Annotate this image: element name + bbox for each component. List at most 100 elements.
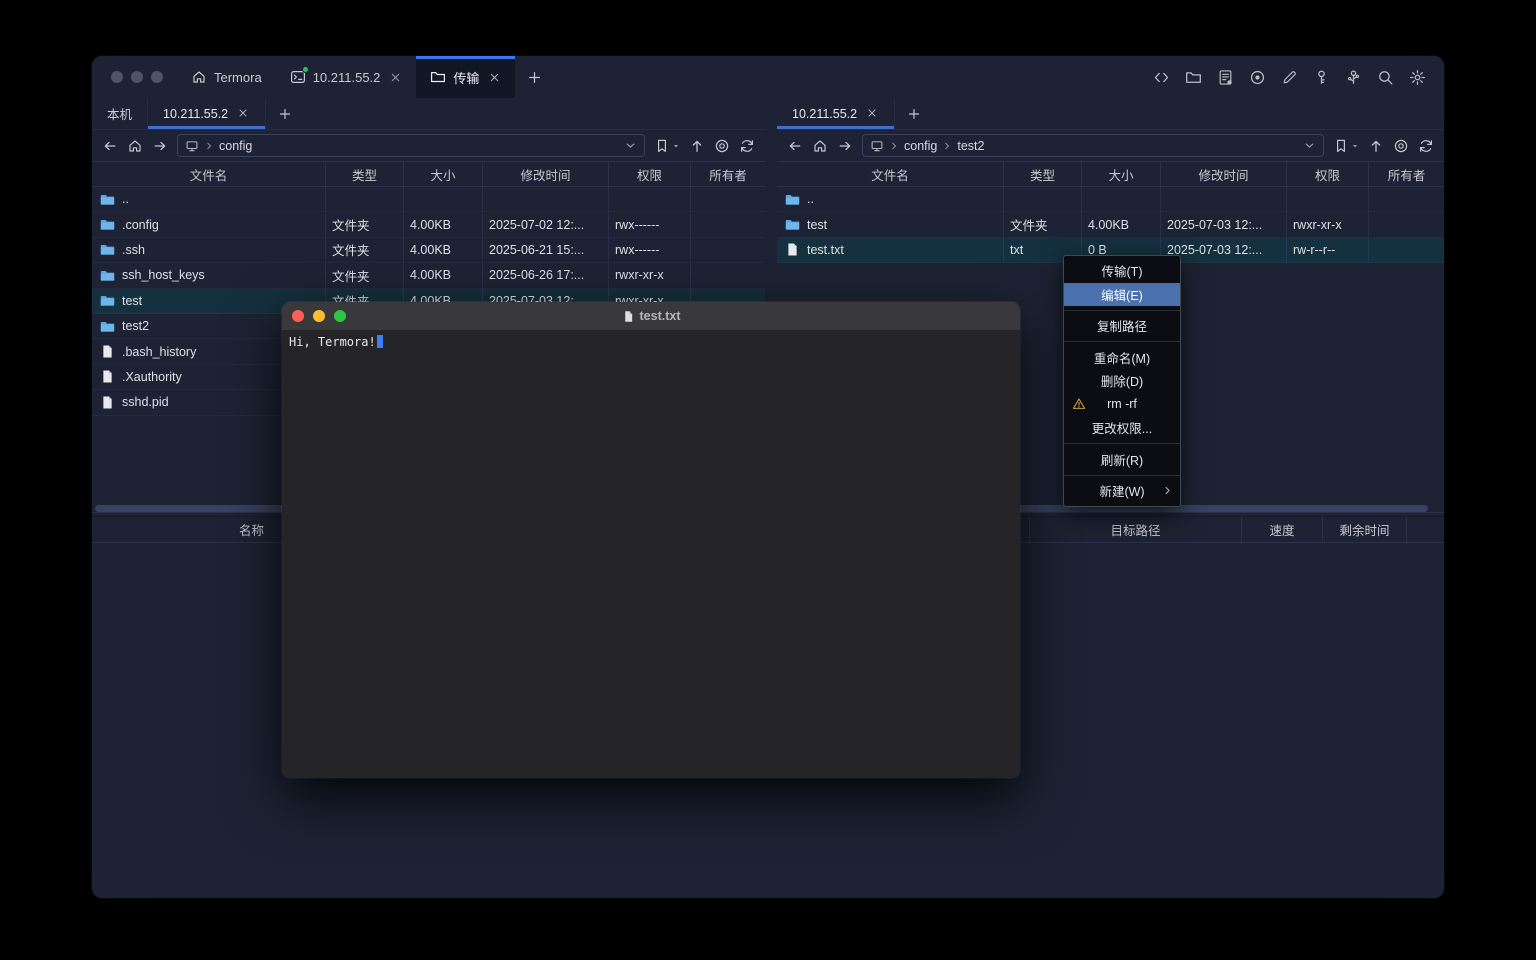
file-row-..[interactable]: ..: [92, 187, 765, 212]
menu-item-编辑(E)[interactable]: 编辑(E): [1064, 283, 1180, 307]
column-header-4[interactable]: 权限: [1287, 162, 1369, 186]
menu-item-重命名(M)[interactable]: 重命名(M): [1064, 346, 1180, 370]
new-main-tab-button[interactable]: [515, 56, 554, 98]
transfer-column-目标路径: 目标路径: [1030, 517, 1242, 542]
editor-content[interactable]: Hi, Termora!: [282, 330, 1020, 778]
chevron-down-icon[interactable]: [624, 139, 637, 152]
column-header-2[interactable]: 大小: [404, 162, 483, 186]
column-header-3[interactable]: 修改时间: [483, 162, 609, 186]
left-panel-tab-本机[interactable]: 本机: [92, 98, 148, 129]
bookmark-dropdown-icon[interactable]: [672, 142, 680, 150]
file-name-text: ssh_host_keys: [122, 268, 205, 282]
refresh-button[interactable]: [739, 138, 755, 154]
show-hidden-button[interactable]: [714, 138, 730, 154]
back-button[interactable]: [102, 138, 118, 154]
file-name-text: test.txt: [807, 243, 844, 257]
settings-icon[interactable]: [1409, 69, 1426, 86]
menu-item-rm -rf[interactable]: rm -rf: [1064, 393, 1180, 417]
file-cell: [1369, 238, 1444, 262]
forward-button[interactable]: [837, 138, 853, 154]
path-segment[interactable]: test2: [957, 139, 984, 153]
file-row-ssh_host_keys[interactable]: ssh_host_keys文件夹4.00KB2025-06-26 17:...r…: [92, 263, 765, 288]
file-cell: 4.00KB: [404, 212, 483, 236]
column-header-1[interactable]: 类型: [326, 162, 404, 186]
bookmark-icon[interactable]: [1333, 138, 1349, 154]
menu-item-刷新(R)[interactable]: 刷新(R): [1064, 448, 1180, 472]
folder-icon: [100, 242, 115, 257]
file-name-text: ..: [807, 192, 814, 206]
path-segment[interactable]: config: [904, 139, 937, 153]
left-panel-new-tab-button[interactable]: [266, 98, 304, 129]
column-header-2[interactable]: 大小: [1082, 162, 1161, 186]
editor-close-button[interactable]: [292, 310, 304, 322]
right-panel-new-tab-button[interactable]: [895, 98, 933, 129]
key-icon[interactable]: [1313, 69, 1330, 86]
editor-titlebar[interactable]: test.txt: [282, 302, 1020, 330]
menu-item-label: 刷新(R): [1101, 450, 1143, 469]
code-icon[interactable]: [1153, 69, 1170, 86]
refresh-button[interactable]: [1418, 138, 1434, 154]
main-tab-传输[interactable]: 传输: [416, 56, 515, 98]
edit-icon[interactable]: [1281, 69, 1298, 86]
column-header-3[interactable]: 修改时间: [1161, 162, 1287, 186]
back-button[interactable]: [787, 138, 803, 154]
menu-item-传输(T)[interactable]: 传输(T): [1064, 259, 1180, 283]
window-controls: [92, 56, 177, 98]
upload-button[interactable]: [1368, 138, 1384, 154]
main-tab-10.211.55.2[interactable]: 10.211.55.2: [276, 56, 417, 98]
column-header-1[interactable]: 类型: [1004, 162, 1082, 186]
menu-item-复制路径[interactable]: 复制路径: [1064, 314, 1180, 338]
file-row-.ssh[interactable]: .ssh文件夹4.00KB2025-06-21 15:...rwx------: [92, 238, 765, 263]
close-window-button[interactable]: [111, 71, 123, 83]
file-name-cell: ..: [92, 187, 326, 211]
menu-item-新建(W)[interactable]: 新建(W): [1064, 479, 1180, 503]
show-hidden-button[interactable]: [1393, 138, 1409, 154]
left-panel-tab-10.211.55.2[interactable]: 10.211.55.2: [148, 98, 266, 129]
right-panel-tab-10.211.55.2[interactable]: 10.211.55.2: [777, 98, 895, 129]
file-row-.config[interactable]: .config文件夹4.00KB2025-07-02 12:...rwx----…: [92, 212, 765, 237]
file-row-..[interactable]: ..: [777, 187, 1444, 212]
folder-icon[interactable]: [1185, 69, 1202, 86]
log-icon[interactable]: [1217, 69, 1234, 86]
upload-button[interactable]: [689, 138, 705, 154]
file-name-cell: .ssh: [92, 238, 326, 262]
home-button[interactable]: [127, 138, 143, 154]
left-path-input[interactable]: config: [177, 134, 645, 157]
column-header-0[interactable]: 文件名: [777, 162, 1004, 186]
close-tab-icon[interactable]: [488, 71, 501, 84]
column-header-0[interactable]: 文件名: [92, 162, 326, 186]
record-icon[interactable]: [1249, 69, 1266, 86]
forward-button[interactable]: [152, 138, 168, 154]
column-header-5[interactable]: 所有者: [691, 162, 765, 186]
file-cell: [404, 187, 483, 211]
close-tab-icon[interactable]: [389, 71, 402, 84]
maximize-window-button[interactable]: [151, 71, 163, 83]
column-header-4[interactable]: 权限: [609, 162, 691, 186]
minimize-window-button[interactable]: [131, 71, 143, 83]
file-name-text: ..: [122, 192, 129, 206]
file-cell: 文件夹: [326, 212, 404, 236]
bookmark-dropdown-icon[interactable]: [1351, 142, 1359, 150]
editor-maximize-button[interactable]: [334, 310, 346, 322]
column-header-5[interactable]: 所有者: [1369, 162, 1444, 186]
close-tab-icon[interactable]: [237, 107, 250, 120]
path-segment[interactable]: config: [219, 139, 252, 153]
file-cell: rwx------: [609, 212, 691, 236]
menu-item-更改权限...[interactable]: 更改权限...: [1064, 416, 1180, 440]
home-button[interactable]: [812, 138, 828, 154]
menu-item-label: 删除(D): [1101, 371, 1143, 390]
keychain-icon[interactable]: [1345, 69, 1362, 86]
bookmark-icon[interactable]: [654, 138, 670, 154]
editor-title-text: test.txt: [640, 309, 681, 323]
file-row-test[interactable]: test文件夹4.00KB2025-07-03 12:...rwxr-xr-x: [777, 212, 1444, 237]
file-cell: rwx------: [609, 238, 691, 262]
folder-icon: [785, 192, 800, 207]
chevron-down-icon[interactable]: [1303, 139, 1316, 152]
menu-item-删除(D)[interactable]: 删除(D): [1064, 369, 1180, 393]
search-icon[interactable]: [1377, 69, 1394, 86]
main-tab-Termora[interactable]: Termora: [177, 56, 276, 98]
right-path-input[interactable]: config test2: [862, 134, 1324, 157]
editor-minimize-button[interactable]: [313, 310, 325, 322]
close-tab-icon[interactable]: [866, 107, 879, 120]
folder-icon: [785, 217, 800, 232]
